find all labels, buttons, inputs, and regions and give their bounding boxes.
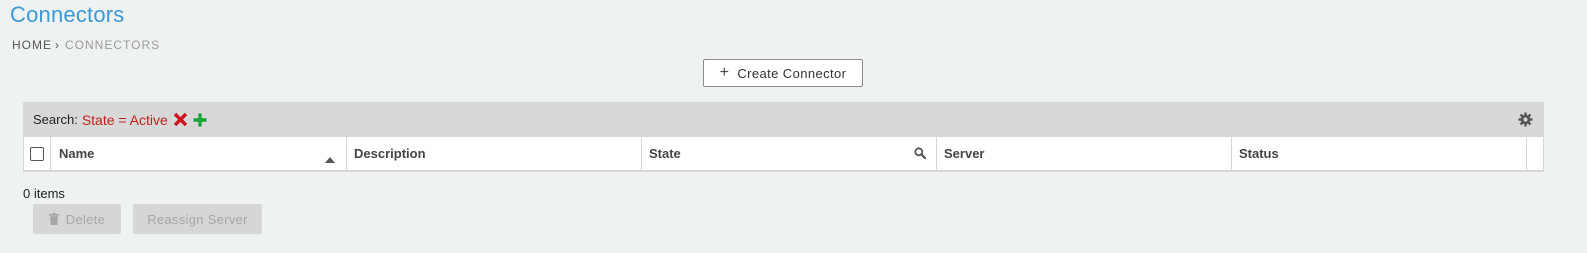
plus-icon[interactable]: [193, 113, 207, 127]
column-header-name[interactable]: Name: [51, 137, 347, 170]
close-icon[interactable]: [173, 112, 188, 127]
select-all-cell: [24, 137, 51, 170]
sort-ascending-icon: [325, 151, 335, 166]
column-header-label: Description: [354, 146, 426, 161]
reassign-server-button[interactable]: Reassign Server: [133, 204, 262, 234]
search-bar: Search: State = Active: [23, 102, 1544, 137]
column-header-status[interactable]: Status: [1232, 137, 1527, 170]
table-header: Name Description State Server Status: [23, 137, 1544, 172]
breadcrumb-home[interactable]: HOME: [12, 38, 52, 52]
breadcrumb-separator: ›: [55, 38, 60, 52]
plus-icon: +: [719, 64, 730, 81]
search-filter[interactable]: State = Active: [82, 112, 168, 128]
trash-icon: [48, 213, 59, 225]
column-header-state[interactable]: State: [642, 137, 937, 170]
column-header-label: Name: [59, 146, 95, 161]
create-connector-label: Create Connector: [737, 65, 847, 81]
delete-button[interactable]: Delete: [33, 204, 121, 234]
column-header-label: Status: [1239, 146, 1279, 161]
breadcrumb: HOME › CONNECTORS: [12, 38, 160, 52]
create-connector-button[interactable]: + Create Connector: [703, 59, 863, 87]
select-all-checkbox[interactable]: [30, 146, 44, 161]
item-count: 0 items: [23, 186, 65, 201]
search-label: Search:: [33, 112, 78, 127]
page-title: Connectors: [10, 2, 125, 27]
column-header-label: State: [649, 146, 681, 161]
delete-label: Delete: [65, 211, 106, 227]
column-header-label: Server: [944, 146, 985, 161]
search-icon[interactable]: [914, 147, 927, 162]
reassign-server-label: Reassign Server: [147, 211, 248, 227]
connectors-grid: Search: State = Active Name Description …: [23, 102, 1544, 172]
gear-icon[interactable]: [1518, 112, 1533, 127]
column-header-spacer: [1527, 137, 1543, 170]
breadcrumb-current: CONNECTORS: [65, 38, 161, 52]
column-header-description[interactable]: Description: [347, 137, 642, 170]
column-header-server[interactable]: Server: [937, 137, 1232, 170]
